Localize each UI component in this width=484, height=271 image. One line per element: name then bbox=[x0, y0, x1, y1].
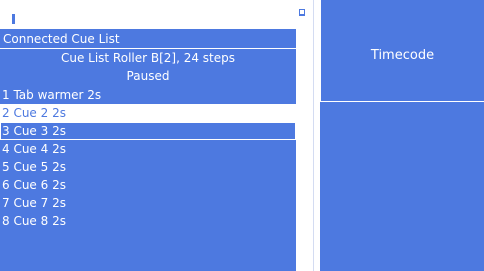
timecode-display[interactable]: Timecode bbox=[320, 0, 484, 102]
cue-list-pane: Connected Cue List Cue List Roller B[2],… bbox=[0, 0, 296, 271]
cue-step-row[interactable]: 5 Cue 5 2s bbox=[0, 158, 296, 176]
splitter-line bbox=[313, 0, 314, 271]
cue-step-row[interactable]: 6 Cue 6 2s bbox=[0, 176, 296, 194]
pane-splitter[interactable] bbox=[296, 0, 320, 271]
scroll-indicator-icon bbox=[12, 14, 15, 24]
cue-step-row[interactable]: 1 Tab warmer 2s bbox=[0, 86, 296, 104]
cue-step-row[interactable]: 8 Cue 8 2s bbox=[0, 212, 296, 230]
timecode-label: Timecode bbox=[370, 48, 435, 63]
cue-list-name: Cue List Roller B[2], 24 steps bbox=[60, 51, 236, 65]
playback-state: Paused bbox=[126, 69, 170, 83]
cue-step-row[interactable]: 7 Cue 7 2s bbox=[0, 194, 296, 212]
cue-step-row-current[interactable]: 2 Cue 2 2s bbox=[0, 104, 296, 122]
timecode-pane: Timecode bbox=[320, 0, 484, 271]
panel-title: Connected Cue List bbox=[3, 32, 120, 46]
cue-step-row-selected[interactable]: 3 Cue 3 2s bbox=[0, 122, 296, 140]
splitter-grip-icon[interactable] bbox=[299, 9, 305, 16]
cue-list-scroll-top[interactable] bbox=[0, 0, 296, 29]
cue-step-list: 1 Tab warmer 2s 2 Cue 2 2s 3 Cue 3 2s 4 … bbox=[0, 86, 296, 230]
cue-step-row[interactable]: 4 Cue 4 2s bbox=[0, 140, 296, 158]
connected-cue-list-panel: Connected Cue List Cue List Roller B[2],… bbox=[0, 29, 296, 271]
